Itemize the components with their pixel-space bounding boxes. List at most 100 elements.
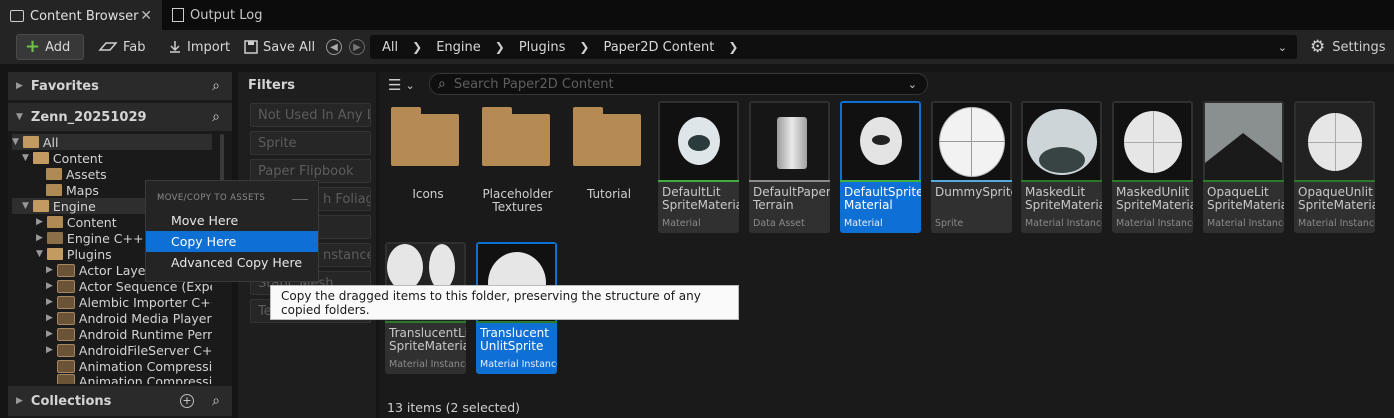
tree-item[interactable]: ▶Animation Compression — [46, 374, 212, 384]
fab-icon — [98, 42, 118, 51]
folder-label[interactable]: Placeholder Textures — [470, 188, 565, 214]
asset-tile[interactable]: MaskedUnlit SpriteMaterial Material Inst… — [1112, 101, 1193, 233]
filter-dropdown-button[interactable]: ☰ ⌄ — [388, 76, 415, 94]
asset-type-bar — [385, 321, 466, 323]
folder-icon[interactable] — [573, 107, 641, 166]
plus-icon: + — [25, 36, 41, 57]
chevron-right-icon: ▶ — [16, 81, 23, 91]
project-header[interactable]: ▼ Zenn_20251029 ⌕ — [8, 103, 232, 131]
asset-type-bar — [1112, 180, 1193, 182]
tree-item[interactable]: Maps — [46, 182, 99, 198]
save-all-label: Save All — [263, 39, 316, 55]
gear-icon: ⚙ — [1310, 37, 1326, 57]
save-all-button[interactable]: Save All — [236, 34, 323, 60]
chevron-right-icon: ▶ — [16, 396, 23, 406]
asset-tile[interactable]: DummySprite Sprite — [931, 101, 1012, 233]
chevron-right-icon: ❯ — [494, 40, 505, 54]
forward-icon[interactable]: ▶ — [349, 39, 365, 55]
asset-tile[interactable]: OpaqueUnlit SpriteMaterial Material Inst… — [1294, 101, 1375, 233]
tree-item[interactable]: ▶Animation Compression — [46, 358, 212, 374]
search-input[interactable]: ⌕ Search Paper2D Content ⌄ — [429, 73, 928, 95]
asset-type-bar — [840, 180, 921, 182]
search-icon[interactable]: ⌕ — [212, 78, 220, 94]
tree-item[interactable]: ▼ All — [12, 134, 212, 150]
search-icon: ⌕ — [438, 76, 446, 92]
collections-header[interactable]: ▶ Collections + ⌕ — [8, 386, 232, 416]
asset-tile[interactable]: DefaultPaper Terrain Data Asset — [749, 101, 830, 233]
asset-type-bar — [1203, 180, 1284, 182]
chevron-down-icon: ⌄ — [405, 78, 415, 92]
copy-here-menu-item[interactable]: Copy Here — [146, 231, 318, 252]
chevron-right-icon: ❯ — [579, 40, 590, 54]
close-icon[interactable]: ✕ — [140, 8, 152, 24]
breadcrumb-item[interactable]: Paper2D Content — [603, 40, 714, 55]
fab-label: Fab — [123, 39, 146, 55]
material-instance-thumbnail — [1296, 103, 1373, 180]
asset-type-bar — [658, 180, 739, 182]
output-log-icon — [172, 8, 184, 22]
add-button[interactable]: + Add — [16, 34, 84, 60]
divider — [292, 199, 308, 200]
asset-tile[interactable]: MaskedLit SpriteMaterial Material Instan… — [1021, 101, 1102, 233]
tree-item[interactable]: ▶Engine C++ Classes — [36, 230, 156, 246]
favorites-header[interactable]: ▶ Favorites ⌕ — [8, 72, 232, 100]
folder-label[interactable]: Tutorial — [569, 188, 649, 201]
search-icon[interactable]: ⌕ — [212, 393, 220, 409]
filters-title: Filters — [248, 78, 295, 93]
folder-label[interactable]: Icons — [388, 188, 468, 201]
asset-type-bar — [1021, 180, 1102, 182]
back-icon[interactable]: ◀ — [326, 39, 342, 55]
tree-item[interactable]: ▶AndroidFileServer C++ C — [46, 342, 212, 358]
filter-chip[interactable]: Not Used In Any Le — [250, 103, 371, 127]
asset-type-bar — [1294, 180, 1375, 182]
collections-title: Collections — [30, 393, 112, 409]
tree-item[interactable]: ▼ Plugins — [36, 246, 156, 262]
breadcrumb-item[interactable]: Engine — [436, 40, 481, 55]
folder-icon[interactable] — [391, 107, 459, 166]
asset-type-bar — [476, 321, 557, 323]
favorites-title: Favorites — [30, 78, 99, 94]
asset-type-bar — [749, 180, 830, 182]
save-icon — [244, 40, 258, 54]
folder-icon[interactable] — [482, 107, 550, 166]
sprite-thumbnail — [933, 103, 1010, 180]
tree-item[interactable]: ▶Alembic Importer C++ Classes — [46, 294, 212, 310]
chevron-right-icon: ❯ — [412, 40, 423, 54]
settings-button[interactable]: ⚙ Settings — [1310, 30, 1386, 64]
tree-item[interactable]: Assets — [46, 166, 107, 182]
chevron-right-icon[interactable]: ❯ — [728, 40, 738, 54]
fab-button[interactable]: Fab — [90, 34, 154, 60]
asset-tile[interactable]: DefaultSprite Material Material — [840, 101, 921, 233]
tab-bar: Content Browser ✕ Output Log — [0, 0, 1394, 30]
add-label: Add — [45, 39, 71, 55]
tab-content-browser[interactable]: Content Browser ✕ — [0, 0, 162, 30]
tab-output-log[interactable]: Output Log — [162, 0, 302, 30]
tab-label: Content Browser — [30, 8, 139, 24]
search-placeholder: Search Paper2D Content — [453, 76, 614, 92]
breadcrumb-item[interactable]: Plugins — [519, 40, 566, 55]
breadcrumb-item[interactable]: All — [382, 40, 398, 55]
tree-item[interactable]: ▶ Content — [36, 214, 156, 230]
chevron-down-icon[interactable]: ⌄ — [1278, 41, 1287, 54]
settings-label: Settings — [1332, 39, 1386, 55]
chevron-down-icon[interactable]: ⌄ — [908, 78, 917, 91]
add-collection-icon[interactable]: + — [180, 394, 194, 408]
tree-item[interactable]: ▼ Content — [22, 150, 103, 166]
asset-tile[interactable]: OpaqueLit SpriteMaterial Material Instan… — [1203, 101, 1284, 233]
asset-tile[interactable]: DefaultLit SpriteMaterial Material — [658, 101, 739, 233]
advanced-copy-here-menu-item[interactable]: Advanced Copy Here — [146, 252, 318, 273]
move-here-menu-item[interactable]: Move Here — [146, 210, 318, 231]
context-menu: MOVE/COPY TO ASSETS Move Here Copy Here … — [145, 180, 319, 282]
material-thumbnail — [660, 103, 737, 180]
content-browser-icon — [10, 10, 24, 22]
filter-icon: ☰ — [388, 76, 402, 94]
tree-item[interactable]: ▶Android Runtime Permission — [46, 326, 212, 342]
material-instance-thumbnail — [1023, 103, 1100, 180]
tree-item[interactable]: ▶Android Media Player C++ — [46, 310, 212, 326]
status-text: 13 items (2 selected) — [387, 400, 521, 415]
breadcrumb: All ❯ Engine ❯ Plugins ❯ Paper2D Content ❯ ⌄ — [370, 35, 1297, 59]
search-icon[interactable]: ⌕ — [212, 109, 220, 125]
filter-chip[interactable]: Sprite — [250, 131, 371, 155]
tab-label: Output Log — [190, 7, 263, 23]
import-button[interactable]: Import — [160, 34, 238, 60]
